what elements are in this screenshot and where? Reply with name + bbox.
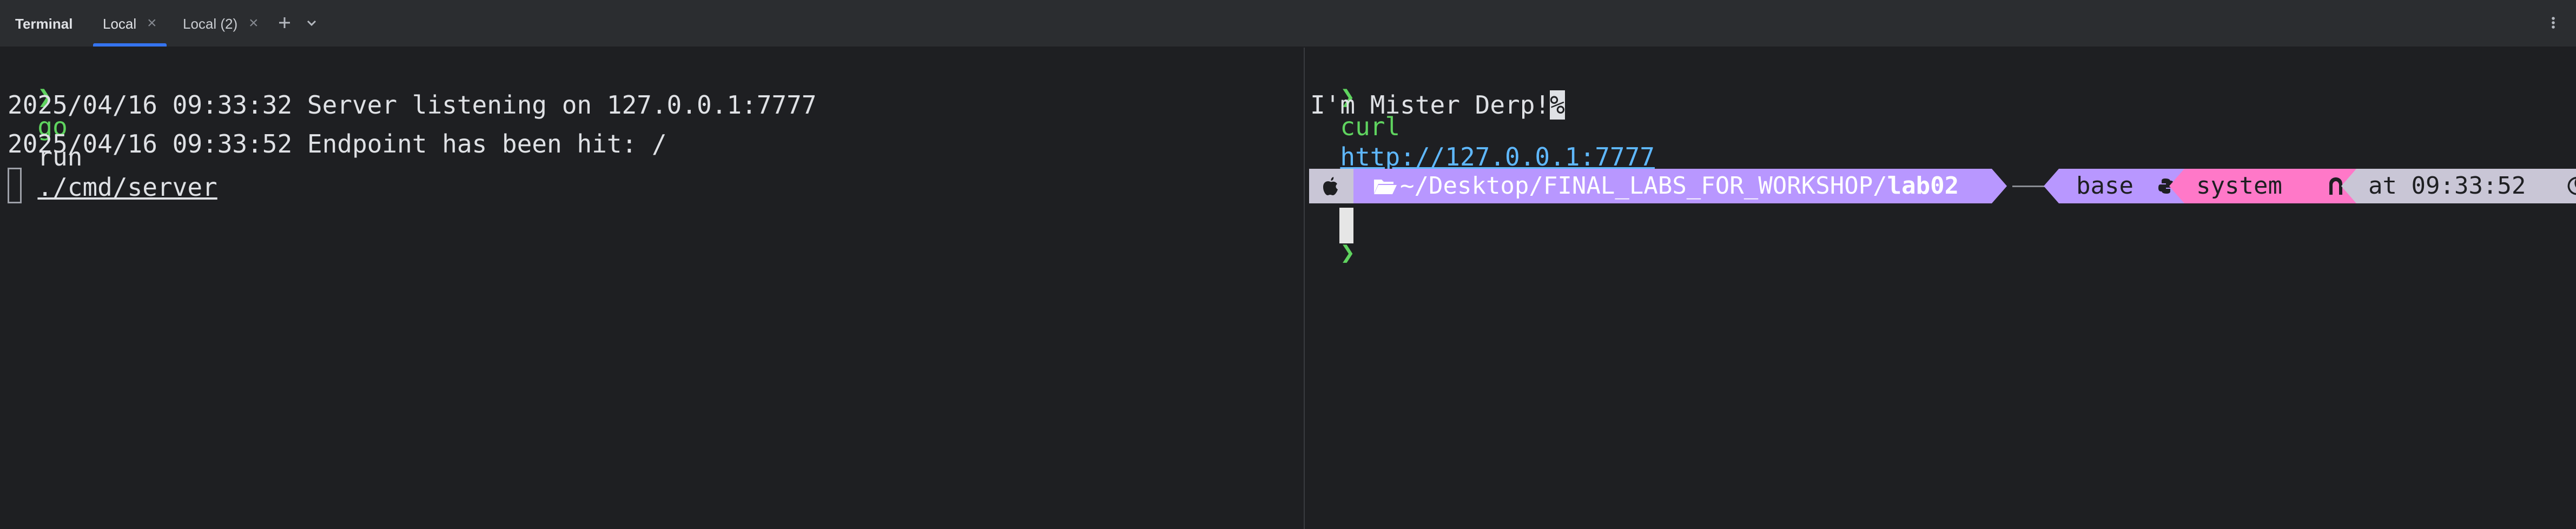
terminal-cursor xyxy=(1339,208,1353,243)
command-line: ❯ go run ./cmd/server xyxy=(8,51,217,202)
powerline-time-segment: at 09:33:52 xyxy=(2356,169,2576,203)
powerline-env-segment: base xyxy=(2059,169,2184,203)
apple-icon xyxy=(1323,177,1338,195)
powerline-version-segment: system xyxy=(2184,169,2356,203)
active-tab-indicator xyxy=(93,43,167,47)
time-prefix: at xyxy=(2368,172,2397,200)
powerline-filler xyxy=(2012,186,2046,187)
clock-icon xyxy=(2567,177,2576,195)
terminal-tool-window-header: Terminal Local × Local (2) × xyxy=(0,0,2576,48)
powerline-separator xyxy=(2044,169,2059,203)
path-prefix: ~/Desktop/FINAL_LABS_FOR_WORKSHOP/ xyxy=(1400,172,1887,200)
tab-label: Local xyxy=(103,16,137,32)
tab-local-2[interactable]: Local (2) × xyxy=(172,0,265,47)
close-icon[interactable]: × xyxy=(147,14,157,32)
tool-window-title: Terminal xyxy=(15,16,73,32)
powerline-separator xyxy=(2341,169,2356,203)
response-text: I'm Mister Derp! xyxy=(1310,90,1550,120)
tab-local[interactable]: Local × xyxy=(91,0,169,47)
powerline-path-segment: ~/Desktop/FINAL_LABS_FOR_WORKSHOP/lab02 xyxy=(1353,169,1992,203)
command-path: ./cmd/server xyxy=(37,173,217,202)
output-line: 2025/04/16 09:33:52 Endpoint has been hi… xyxy=(8,129,667,158)
response-line: I'm Mister Derp!% xyxy=(1310,90,1565,120)
env-label: base xyxy=(2076,172,2134,200)
tab-label: Local (2) xyxy=(183,16,238,32)
no-newline-marker: % xyxy=(1550,90,1565,120)
command-url[interactable]: http://127.0.0.1:7777 xyxy=(1340,142,1655,171)
terminal-cursor xyxy=(8,168,22,203)
version-label: system xyxy=(2196,172,2282,200)
plus-icon[interactable] xyxy=(274,11,295,35)
folder-open-icon xyxy=(1374,180,1397,194)
chevron-down-icon[interactable] xyxy=(301,11,322,35)
more-vertical-icon[interactable] xyxy=(2542,11,2564,35)
time-value: 09:33:52 xyxy=(2411,172,2526,200)
close-icon[interactable]: × xyxy=(249,14,259,32)
powerline-separator xyxy=(1992,169,2007,203)
path-current-dir: lab02 xyxy=(1887,172,1959,200)
powerline-os-segment xyxy=(1309,169,1353,203)
powerline-separator xyxy=(2169,169,2184,203)
output-line: 2025/04/16 09:33:32 Server listening on … xyxy=(8,90,817,120)
